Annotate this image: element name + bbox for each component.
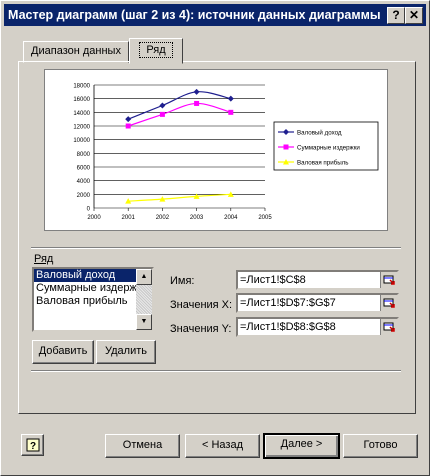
tab-series-label: Ряд — [139, 42, 173, 58]
legend-entry: Суммарные издержки — [297, 145, 360, 152]
y-tick-label: 10000 — [73, 138, 90, 144]
scroll-up-icon[interactable]: ▲ — [136, 269, 152, 285]
svg-text:?: ? — [30, 441, 36, 452]
close-button[interactable]: ✕ — [405, 7, 423, 24]
add-series-button[interactable]: Добавить — [32, 340, 94, 364]
series-line — [127, 91, 231, 120]
tab-data-range[interactable]: Диапазон данных — [23, 41, 129, 63]
x-tick-label: 2002 — [156, 215, 170, 221]
name-label: Имя: — [170, 275, 195, 287]
legend-entry: Валовый доход — [297, 130, 342, 137]
x-tick-label: 2000 — [87, 215, 101, 221]
collapse-dialog-icon[interactable] — [380, 295, 397, 311]
y-tick-label: 18000 — [73, 84, 90, 90]
y-tick-label: 6000 — [77, 166, 91, 172]
divider — [31, 370, 401, 372]
y-tick-label: 12000 — [73, 125, 90, 131]
finish-button[interactable]: Готово — [343, 434, 418, 458]
series-list-item[interactable]: Валовая прибыль — [34, 295, 139, 308]
data-point — [227, 95, 234, 102]
y-tick-label: 4000 — [77, 179, 91, 185]
x-tick-label: 2005 — [258, 215, 272, 221]
y-tick-label: 0 — [87, 207, 91, 213]
x-tick-label: 2004 — [224, 215, 238, 221]
remove-series-button[interactable]: Удалить — [96, 340, 156, 364]
y-tick-label: 2000 — [77, 193, 91, 199]
listbox-scrollbar[interactable]: ▲ ▼ — [136, 269, 152, 330]
y-tick-label: 8000 — [77, 152, 91, 158]
series-group-label: Ряд — [34, 253, 54, 265]
y-tick-label: 16000 — [73, 97, 90, 103]
data-point — [125, 116, 132, 123]
divider — [31, 247, 401, 249]
window-title: Мастер диаграмм (шаг 2 из 4): источник д… — [8, 8, 381, 22]
data-point — [159, 111, 165, 117]
name-value: =Лист1!$C$8 — [240, 274, 306, 286]
x-tick-label: 2003 — [190, 215, 204, 221]
chart-preview: 0 2000 4000 6000 8000 10000 12000 14000 16000 180… — [44, 69, 388, 231]
x-values-field[interactable]: =Лист1!$D$7:$G$7 — [236, 293, 399, 313]
collapse-dialog-icon[interactable] — [380, 272, 397, 288]
next-button[interactable]: Далее > — [263, 433, 340, 459]
x-values-label: Значения X: — [170, 299, 233, 311]
y-values-label: Значения Y: — [170, 323, 232, 335]
data-point — [125, 123, 131, 129]
name-field[interactable]: =Лист1!$C$8 — [236, 270, 399, 290]
data-point — [228, 109, 234, 115]
title-bar: Мастер диаграмм (шаг 2 из 4): источник д… — [4, 4, 426, 26]
y-tick-label: 14000 — [73, 111, 90, 117]
x-values-value: =Лист1!$D$7:$G$7 — [240, 297, 336, 309]
scroll-down-icon[interactable]: ▼ — [136, 314, 152, 330]
data-point — [194, 100, 200, 106]
series-line — [128, 102, 231, 127]
help-icon[interactable]: ? — [21, 434, 44, 456]
cancel-button[interactable]: Отмена — [105, 434, 180, 458]
series-listbox[interactable]: Валовый доход Суммарные издержк Валовая … — [32, 267, 154, 332]
series-list-item[interactable]: Суммарные издержк — [34, 282, 139, 295]
line-chart: 0 2000 4000 6000 8000 10000 12000 14000 16000 180… — [73, 84, 379, 221]
legend-entry: Валовая прибыль — [297, 160, 349, 167]
x-tick-label: 2001 — [122, 215, 136, 221]
collapse-dialog-icon[interactable] — [380, 319, 397, 335]
tab-series[interactable]: Ряд — [129, 38, 183, 64]
data-point — [193, 88, 200, 95]
y-values-value: =Лист1!$D$8:$G$8 — [240, 321, 336, 333]
data-point — [159, 102, 166, 109]
back-button[interactable]: < Назад — [185, 434, 260, 458]
data-point — [283, 144, 289, 150]
series-list-item[interactable]: Валовый доход — [34, 269, 139, 282]
help-title-button[interactable]: ? — [387, 7, 405, 24]
y-values-field[interactable]: =Лист1!$D$8:$G$8 — [236, 317, 399, 337]
series-line — [128, 193, 231, 202]
chart-wizard-dialog: Мастер диаграмм (шаг 2 из 4): источник д… — [0, 0, 430, 476]
